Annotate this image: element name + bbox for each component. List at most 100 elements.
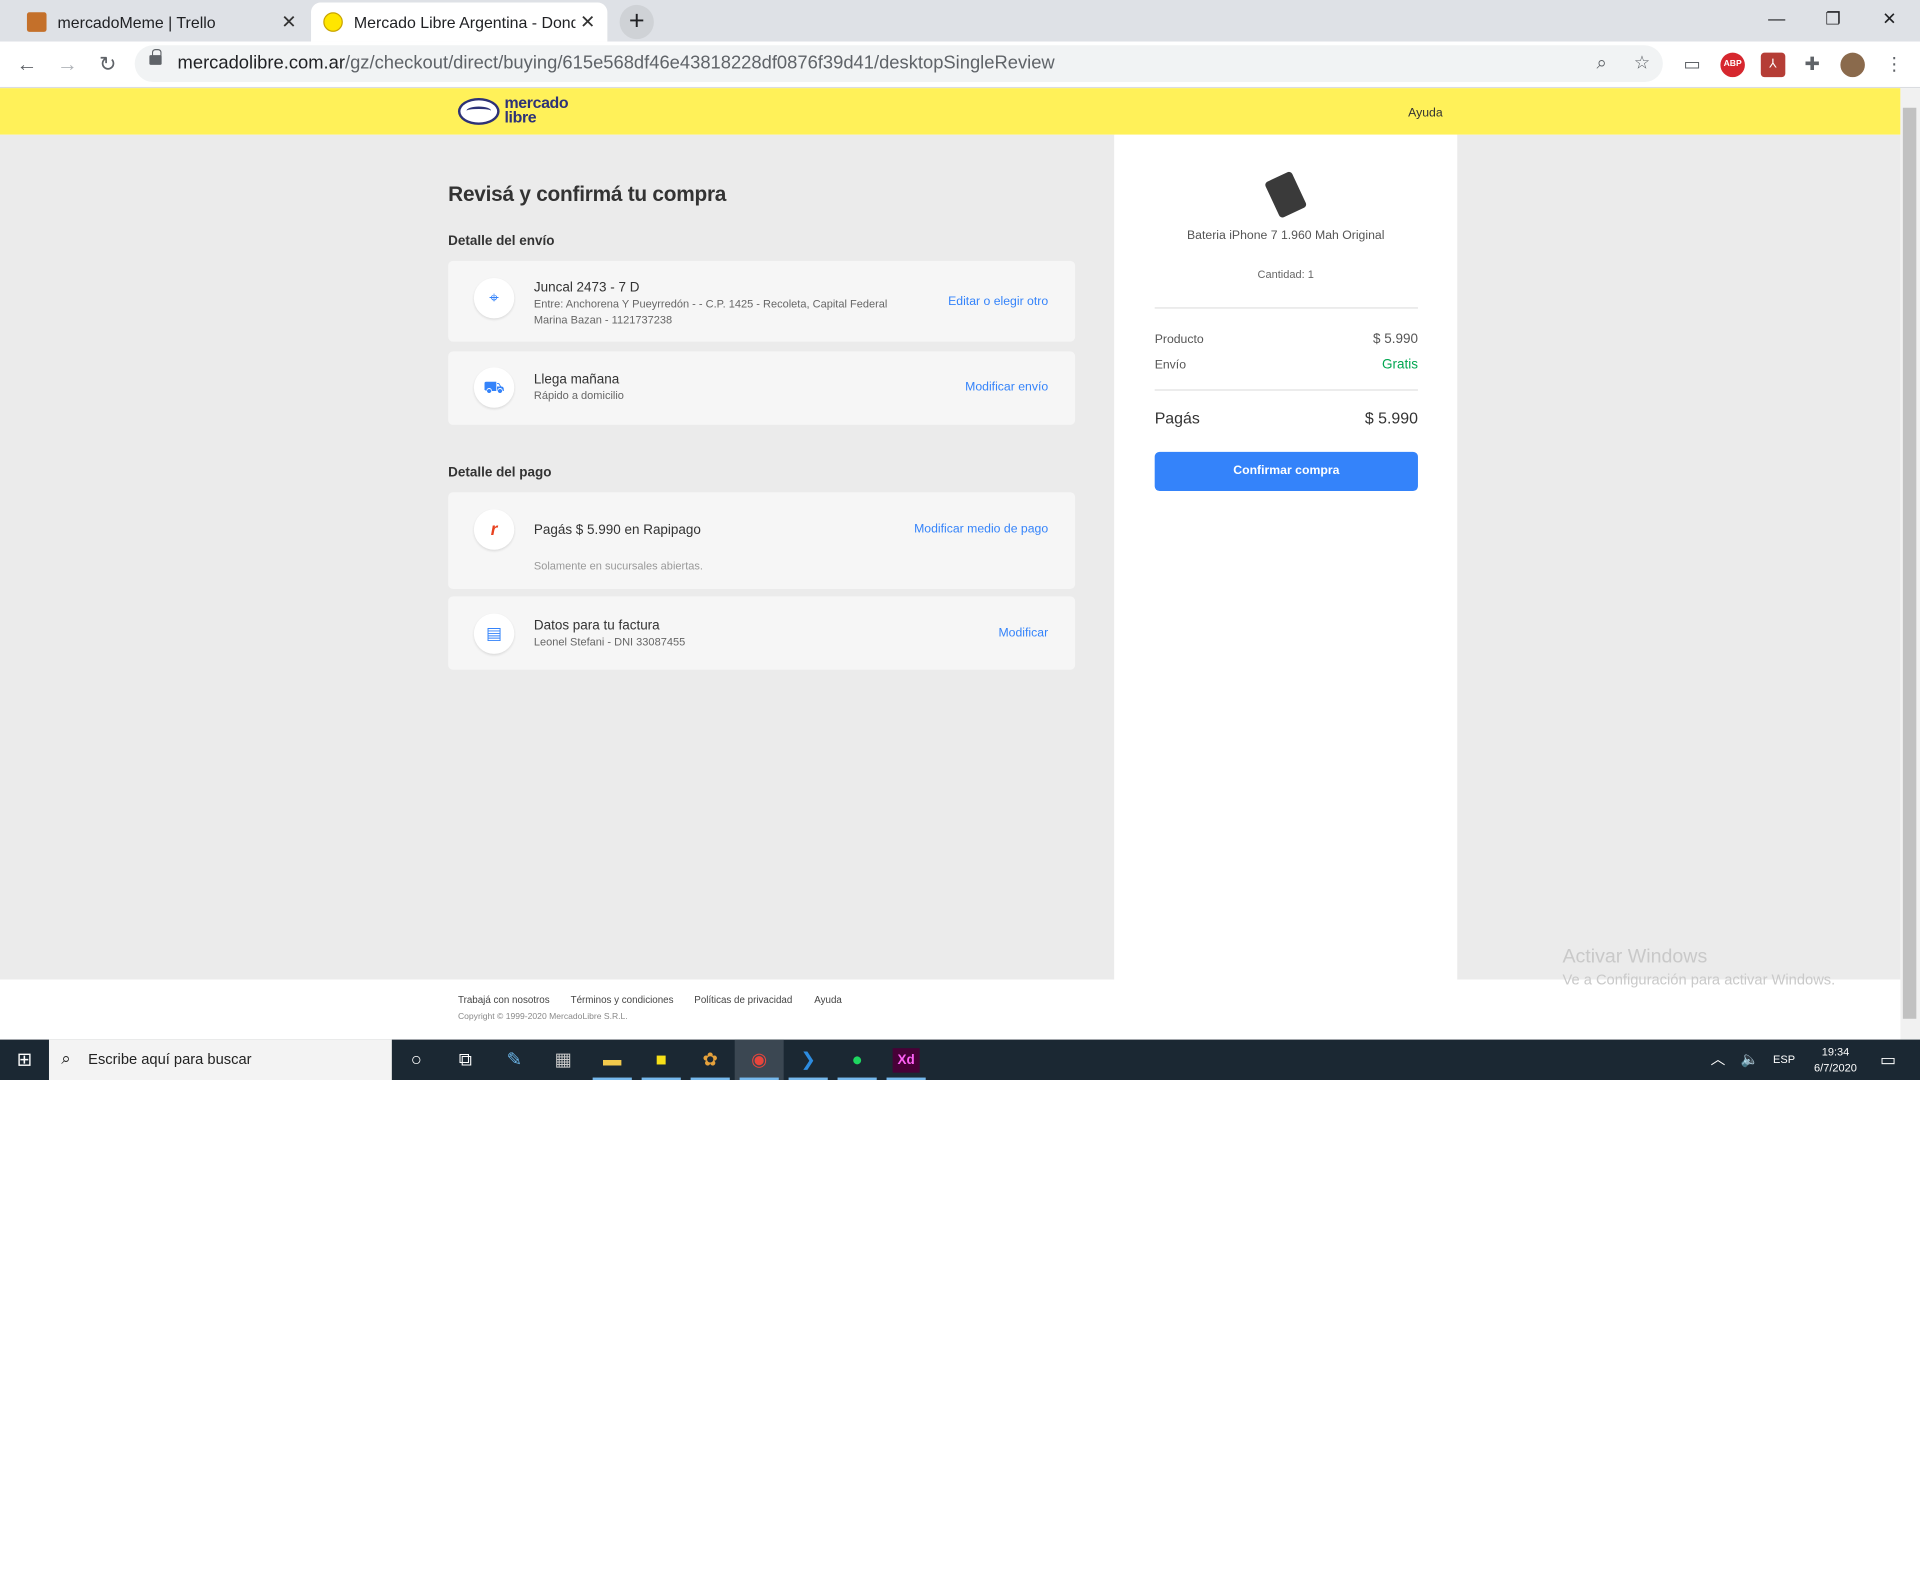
url-text[interactable]: mercadolibre.com.ar/gz/checkout/direct/b… <box>178 53 1055 74</box>
windows-taskbar: ⊞ ⌕ Escribe aquí para buscar ○ ⧉ ✎ ▦ ▬ ■… <box>0 1039 1920 1080</box>
star-icon[interactable]: ☆ <box>1630 51 1654 75</box>
close-window-button[interactable]: ✕ <box>1861 0 1917 39</box>
paint-icon[interactable]: ✿ <box>686 1040 735 1080</box>
total-value: $ 5.990 <box>1364 408 1418 428</box>
reload-icon[interactable]: ↻ <box>92 49 124 81</box>
page-title: Revisá y confirmá tu compra <box>448 182 727 206</box>
right-background <box>1457 134 1901 980</box>
notepad-icon[interactable]: ✎ <box>490 1040 539 1080</box>
url-path: /gz/checkout/direct/buying/615e568df46e4… <box>344 52 1055 74</box>
shipping-label: Envío <box>1154 358 1187 373</box>
address-bar[interactable]: mercadolibre.com.ar/gz/checkout/direct/b… <box>134 45 1663 83</box>
order-summary <box>1114 134 1458 980</box>
footer-link-terms[interactable]: Términos y condiciones <box>571 994 674 1005</box>
site-footer <box>0 979 1901 1040</box>
scrollbar-thumb[interactable] <box>1902 107 1917 1019</box>
payment-title: Pagás $ 5.990 en Rapipago <box>533 522 701 538</box>
confirm-purchase-button[interactable]: Confirmar compra <box>1154 451 1418 492</box>
mercadolibre-icon <box>323 12 343 32</box>
spotify-icon[interactable]: ● <box>833 1040 882 1080</box>
notifications-icon[interactable]: ▭ <box>1864 1040 1913 1080</box>
divider <box>1154 307 1418 309</box>
calculator-icon[interactable]: ▦ <box>539 1040 588 1080</box>
invoice-detail: Leonel Stefani - DNI 33087455 <box>533 635 686 648</box>
product-label: Producto <box>1154 333 1204 347</box>
delivery-card: ⛟ Llega mañana Rápido a domicilio Modifi… <box>448 351 1076 425</box>
close-tab-icon[interactable]: ✕ <box>277 11 301 33</box>
delivery-title: Llega mañana <box>533 372 620 387</box>
restore-button[interactable]: ❐ <box>1805 0 1861 39</box>
footer-link-help[interactable]: Ayuda <box>814 994 842 1005</box>
edit-address-link[interactable]: Editar o elegir otro <box>948 295 1048 308</box>
adblock-icon[interactable]: ABP <box>1720 52 1745 78</box>
truck-icon: ⛟ <box>473 367 515 408</box>
help-link[interactable]: Ayuda <box>1408 107 1443 120</box>
xd-label: Xd <box>892 1048 920 1073</box>
tab-mercadolibre[interactable]: Mercado Libre Argentina - Dond ✕ <box>311 2 608 42</box>
activate-windows-text: Ve a Configuración para activar Windows. <box>1562 971 1836 989</box>
rapipago-icon: r <box>473 509 515 550</box>
extensions-icon[interactable]: ✚ <box>1800 53 1824 77</box>
address-detail: Entre: Anchorena Y Pueyrredón - - C.P. 1… <box>533 297 888 310</box>
product-name: Bateria iPhone 7 1.960 Mah Original <box>1187 228 1385 243</box>
vscode-icon[interactable]: ❯ <box>784 1040 833 1080</box>
footer-link-privacy[interactable]: Políticas de privacidad <box>694 994 792 1005</box>
new-tab-button[interactable]: + <box>619 4 654 40</box>
modify-invoice-link[interactable]: Modificar <box>998 627 1048 640</box>
windows-start-icon[interactable]: ⊞ <box>0 1040 49 1080</box>
close-tab-icon[interactable]: ✕ <box>576 11 600 33</box>
shipping-section-title: Detalle del envío <box>448 233 555 249</box>
chrome-icon[interactable]: ◉ <box>734 1039 784 1080</box>
taskbar-search[interactable]: ⌕ Escribe aquí para buscar <box>48 1039 392 1080</box>
site-header <box>0 88 1901 135</box>
browser-toolbar: ← → ↻ mercadolibre.com.ar/gz/checkout/di… <box>0 41 1920 89</box>
activate-windows-title: Activar Windows <box>1562 946 1708 968</box>
receipt-icon: ▤ <box>473 613 515 654</box>
modify-payment-link[interactable]: Modificar medio de pago <box>914 523 1048 536</box>
taskbar-clock[interactable]: 19:34 6/7/2020 <box>1805 1044 1866 1076</box>
payment-card: r Pagás $ 5.990 en Rapipago Solamente en… <box>448 492 1076 589</box>
zoom-icon[interactable]: ⌕ <box>1589 51 1613 75</box>
address-card: ⌖ Juncal 2473 - 7 D Entre: Anchorena Y P… <box>448 260 1076 342</box>
pdf-icon[interactable]: ⅄ <box>1760 52 1786 78</box>
location-pin-icon: ⌖ <box>473 277 515 319</box>
task-view-icon[interactable]: ⧉ <box>441 1040 490 1080</box>
clock-time: 19:34 <box>1821 1045 1850 1058</box>
payment-section-title: Detalle del pago <box>448 465 552 480</box>
minimize-button[interactable]: — <box>1749 0 1805 39</box>
logo-text: mercado libre <box>504 94 568 125</box>
language-indicator[interactable]: ESP <box>1763 1040 1805 1080</box>
tab-title: Mercado Libre Argentina - Dond <box>353 12 576 32</box>
cast-icon[interactable]: ▭ <box>1680 53 1704 77</box>
product-quantity: Cantidad: 1 <box>1257 268 1314 281</box>
invoice-card: ▤ Datos para tu factura Leonel Stefani -… <box>448 596 1076 670</box>
mercadolibre-logo[interactable]: mercado libre <box>457 94 576 128</box>
cortana-icon[interactable]: ○ <box>392 1040 441 1080</box>
menu-icon[interactable]: ⋮ <box>1882 53 1906 77</box>
product-price: $ 5.990 <box>1373 331 1418 347</box>
profile-avatar[interactable] <box>1840 52 1865 78</box>
address-line: Juncal 2473 - 7 D <box>533 280 640 296</box>
forward-icon[interactable]: → <box>51 49 83 81</box>
back-icon[interactable]: ← <box>11 49 43 81</box>
tab-trello[interactable]: mercadoMeme | Trello ✕ <box>15 2 309 41</box>
adobe-xd-icon[interactable]: Xd <box>882 1040 931 1080</box>
invoice-title: Datos para tu factura <box>533 618 660 634</box>
footer-link-jobs[interactable]: Trabajá con nosotros <box>458 994 550 1005</box>
handshake-line <box>466 106 492 116</box>
search-placeholder: Escribe aquí para buscar <box>88 1050 252 1068</box>
clock-date: 6/7/2020 <box>1814 1061 1857 1074</box>
search-icon: ⌕ <box>61 1048 71 1068</box>
file-explorer-icon[interactable]: ▬ <box>588 1040 637 1080</box>
modify-shipping-link[interactable]: Modificar envío <box>965 381 1048 394</box>
delivery-detail: Rápido a domicilio <box>533 389 624 402</box>
address-contact: Marina Bazan - 1121737238 <box>533 313 673 326</box>
tab-title: mercadoMeme | Trello <box>57 12 216 32</box>
divider <box>1154 389 1418 391</box>
payment-detail: Solamente en sucursales abiertas. <box>533 559 703 572</box>
sticky-notes-icon[interactable]: ■ <box>637 1040 686 1080</box>
total-label: Pagás <box>1154 408 1200 428</box>
lock-icon <box>149 48 162 65</box>
trello-icon <box>26 12 47 32</box>
url-host: mercadolibre.com.ar <box>177 52 345 74</box>
